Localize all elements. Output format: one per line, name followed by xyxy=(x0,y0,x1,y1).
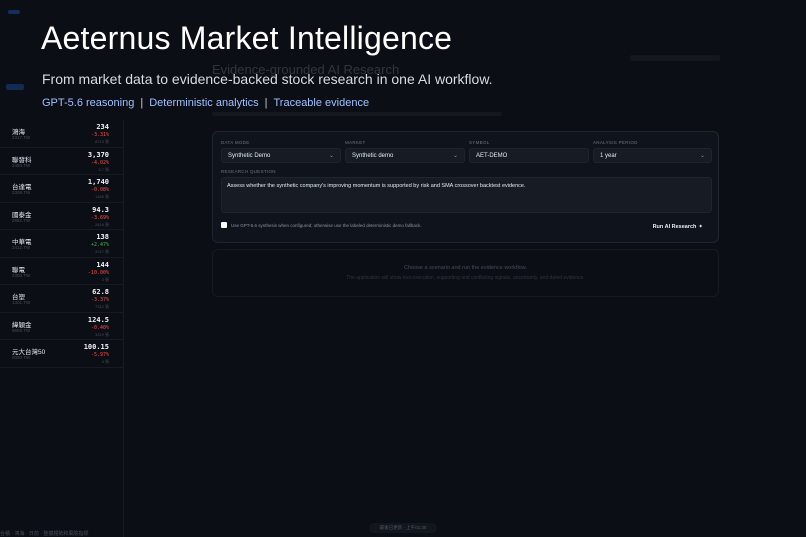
stock-change: -5.97% xyxy=(90,352,109,358)
stock-code: 1301.TW xyxy=(12,300,31,305)
stock-row[interactable]: 台達電 2308.TW 1,740 -0.08% 1185 張 xyxy=(0,175,123,203)
chevron-down-icon: ⌄ xyxy=(452,153,458,159)
research-form-card: DATA MODE Synthetic Demo ⌄ MARKET Synthe… xyxy=(212,131,719,243)
stock-list: 鴻海 2317.TW 234 -3.31% 8713 張聯發科 2454.TW 3,370-… xyxy=(0,120,123,368)
hero-tags: GPT-5.6 reasoning | Deterministic analyt… xyxy=(42,97,369,109)
stock-volume: 8713 張 xyxy=(94,139,109,144)
stock-code: 2882.TW xyxy=(12,217,31,223)
period-value: 1 year xyxy=(600,152,617,159)
stock-volume: 3219 張 xyxy=(94,331,109,337)
stock-code: 2412.TW xyxy=(12,245,31,250)
sparkle-icon: ✦ xyxy=(698,223,703,230)
heading-underline xyxy=(212,112,502,116)
stock-price: 1,740 xyxy=(87,178,109,186)
nav-tab-active[interactable] xyxy=(8,10,20,14)
market-value: Synthetic demo xyxy=(352,152,394,159)
stock-price: 62.8 xyxy=(92,288,109,296)
fallback-checkbox-label: Use GPT-5.6 synthesis when configured; o… xyxy=(231,222,422,228)
stock-volume: 7312 張 xyxy=(94,304,109,309)
stock-code: 6669.TW xyxy=(12,327,31,333)
stock-volume: 4 張 xyxy=(101,359,109,364)
symbol-label: SYMBOL xyxy=(469,140,490,145)
header-control xyxy=(630,55,720,61)
research-question-textarea[interactable]: Assess whether the synthetic company's i… xyxy=(221,177,712,213)
stock-change: -10.00% xyxy=(87,269,109,276)
stock-price: 124.5 xyxy=(87,315,109,324)
stock-volume: 2818 張 xyxy=(94,221,109,227)
stock-price: 234 xyxy=(96,123,109,131)
question-label: RESEARCH QUESTION xyxy=(221,169,276,174)
fallback-checkbox-row[interactable]: Use GPT-5.6 synthesis when configured; o… xyxy=(221,222,422,228)
tag-separator: | xyxy=(264,97,268,109)
run-research-button[interactable]: Run AI Research ✦ xyxy=(645,220,710,233)
sidebar-filter-pill[interactable] xyxy=(6,84,24,90)
period-select[interactable]: 1 year ⌄ xyxy=(593,148,712,163)
data-mode-label: DATA MODE xyxy=(221,140,250,145)
market-label: MARKET xyxy=(345,140,366,145)
stock-row[interactable]: 聯發科 2454.TW 3,370 -4.02% 3.7 張 xyxy=(0,148,123,175)
stock-volume: 3747 張 xyxy=(94,249,109,254)
results-hint: Choose a scenario and run the evidence w… xyxy=(404,265,527,271)
stock-price: 94.3 xyxy=(92,205,109,214)
stock-code: 2303.TW xyxy=(12,272,31,278)
stock-row[interactable]: 聯電 2303.TW 144 -10.00% 3 張 xyxy=(0,258,123,285)
stock-volume: 3.7 張 xyxy=(98,166,109,172)
symbol-value: AET-DEMO xyxy=(476,152,508,159)
results-placeholder: Choose a scenario and run the evidence w… xyxy=(212,249,719,297)
market-select[interactable]: Synthetic demo ⌄ xyxy=(345,148,465,163)
stock-volume: 3 張 xyxy=(101,276,109,282)
fallback-checkbox[interactable] xyxy=(221,222,227,228)
period-label: ANALYSIS PERIOD xyxy=(593,140,638,145)
hero-title: Aeternus Market Intelligence xyxy=(41,20,453,56)
stock-row[interactable]: 鴻海 2317.TW 234 -3.31% 8713 張 xyxy=(0,120,123,148)
tag-separator: | xyxy=(140,97,144,109)
last-updated-text: 最後已更新 · 上午01:35 xyxy=(379,525,427,530)
stock-price: 138 xyxy=(96,233,109,241)
hero-tag: Traceable evidence xyxy=(273,97,370,109)
hero-subtitle: From market data to evidence-backed stoc… xyxy=(42,71,493,87)
stock-price: 100.15 xyxy=(83,343,109,351)
results-description: The application will show tool execution… xyxy=(346,275,585,281)
stock-change: -0.08% xyxy=(90,187,109,193)
footer-status: 台積 · 鴻海 · 日前 · 整體趨勢和風險指標 xyxy=(0,531,89,537)
stock-volume: 1185 張 xyxy=(95,194,109,199)
stock-change: -0.40% xyxy=(90,324,109,331)
last-updated-pill: 最後已更新 · 上午01:35 xyxy=(369,523,437,533)
stock-row[interactable]: 中華電 2412.TW 138 +2.47% 3747 張 xyxy=(0,230,123,258)
stock-price: 144 xyxy=(96,260,109,269)
stock-code: 0050.TW xyxy=(12,355,31,360)
data-mode-select[interactable]: Synthetic Demo ⌄ xyxy=(221,148,341,163)
stock-change: -3.37% xyxy=(90,297,109,303)
stock-change: -3.69% xyxy=(90,214,109,221)
stock-price: 3,370 xyxy=(87,150,109,159)
symbol-input[interactable]: AET-DEMO xyxy=(469,148,589,163)
hero-tag: GPT-5.6 reasoning xyxy=(42,97,135,109)
stock-code: 2308.TW xyxy=(12,190,31,195)
chevron-down-icon: ⌄ xyxy=(328,153,334,159)
stock-row[interactable]: 國泰金 2882.TW 94.3 -3.69% 2818 張 xyxy=(0,203,123,230)
chevron-down-icon: ⌄ xyxy=(699,153,705,159)
stock-row[interactable]: 台塑 1301.TW 62.8 -3.37% 7312 張 xyxy=(0,285,123,313)
data-mode-value: Synthetic Demo xyxy=(228,152,271,159)
stock-change: -3.31% xyxy=(90,132,109,138)
stock-row[interactable]: 緯穎金 6669.TW 124.5 -0.40% 3219 張 xyxy=(0,313,123,340)
stock-code: 2317.TW xyxy=(12,135,31,140)
app-root: Evidence-grounded AI Research 鴻海 2317.TW 2… xyxy=(0,0,806,537)
stock-sidebar: 鴻海 2317.TW 234 -3.31% 8713 張聯發科 2454.TW 3,370-… xyxy=(0,84,124,537)
stock-code: 2454.TW xyxy=(12,162,31,168)
stock-row[interactable]: 元大台灣50 0050.TW 100.15 -5.97% 4 張 xyxy=(0,340,123,368)
hero-tag: Deterministic analytics xyxy=(149,97,259,109)
run-research-label: Run AI Research xyxy=(652,223,697,230)
stock-change: +2.47% xyxy=(90,242,109,248)
stock-change: -4.02% xyxy=(90,159,109,166)
